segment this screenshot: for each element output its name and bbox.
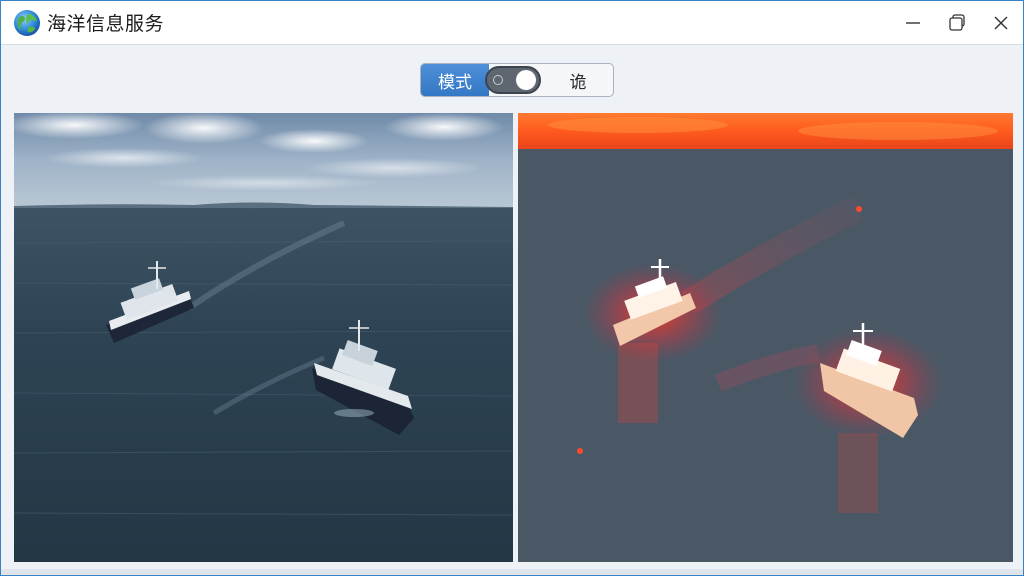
maximize-icon bbox=[949, 14, 965, 31]
ship-heatmap bbox=[518, 113, 1013, 562]
heatmap-panel bbox=[518, 113, 1013, 562]
close-icon bbox=[994, 16, 1008, 30]
mode-option-label: 诡 bbox=[569, 72, 587, 93]
maximize-button[interactable] bbox=[935, 1, 979, 45]
window-bottom-edge bbox=[1, 569, 1023, 575]
original-image-panel bbox=[14, 113, 513, 562]
mode-toggle-group: 模式 诡 bbox=[420, 63, 614, 97]
mode-switch[interactable] bbox=[485, 66, 541, 94]
window-controls bbox=[891, 1, 1023, 45]
title-bar[interactable]: 海洋信息服务 bbox=[1, 1, 1023, 45]
close-button[interactable] bbox=[979, 1, 1023, 45]
app-window: 海洋信息服务 模式 诡 bbox=[0, 0, 1024, 576]
mode-label: 模式 bbox=[421, 64, 489, 96]
switch-off-indicator bbox=[493, 75, 503, 85]
window-title: 海洋信息服务 bbox=[47, 13, 165, 35]
globe-icon bbox=[14, 9, 40, 36]
ship-photo bbox=[14, 113, 513, 562]
minimize-button[interactable] bbox=[891, 1, 935, 45]
switch-knob bbox=[516, 70, 536, 90]
minimize-icon bbox=[906, 22, 920, 24]
